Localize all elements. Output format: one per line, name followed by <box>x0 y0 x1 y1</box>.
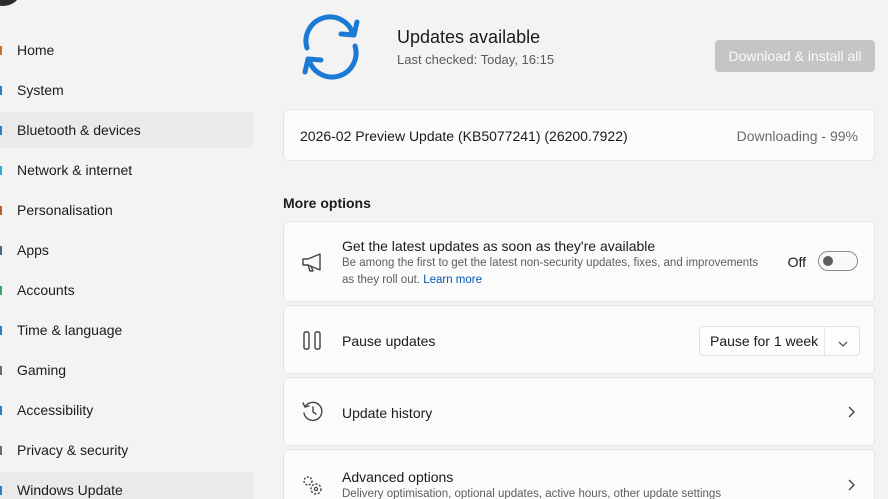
update-name: 2026-02 Preview Update (KB5077241) (2620… <box>300 128 628 144</box>
advanced-options-card[interactable]: Advanced options Delivery optimisation, … <box>283 449 875 499</box>
sidebar-item-label: Time & language <box>17 322 123 338</box>
chevron-right-icon <box>846 405 856 419</box>
page-title: Updates available <box>397 27 541 47</box>
apps-icon <box>0 243 4 257</box>
bluetooth-icon <box>0 123 4 137</box>
personalisation-icon <box>0 203 4 217</box>
system-icon <box>0 83 4 97</box>
sidebar-item-label: Network & internet <box>17 162 133 178</box>
sidebar-item-label: Home <box>17 42 55 58</box>
network-icon <box>0 163 4 177</box>
accessibility-icon <box>0 403 4 417</box>
sidebar-item-label: Accounts <box>17 282 75 298</box>
gaming-icon <box>0 363 4 377</box>
advanced-options-title: Advanced options <box>342 469 454 485</box>
sidebar-item-label: Bluetooth & devices <box>17 122 141 138</box>
download-install-all-button[interactable]: Download & install all <box>715 40 875 72</box>
pause-icon <box>300 328 326 354</box>
sidebar-item-label: System <box>17 82 64 98</box>
sidebar-item-home[interactable]: Home <box>0 32 253 68</box>
windows-update-icon <box>0 483 4 497</box>
sidebar-item-network[interactable]: Network & internet <box>0 152 253 188</box>
avatar[interactable] <box>0 0 20 6</box>
sidebar-item-gaming[interactable]: Gaming <box>0 352 253 388</box>
learn-more-link[interactable]: Learn more <box>423 274 482 286</box>
update-status: Downloading - 99% <box>736 128 858 144</box>
sidebar-item-personalisation[interactable]: Personalisation <box>0 192 253 228</box>
latest-updates-toggle[interactable] <box>818 251 858 271</box>
sidebar-item-label: Personalisation <box>17 202 113 218</box>
last-checked-text: Last checked: Today, 16:15 <box>397 52 555 67</box>
sidebar-item-system[interactable]: System <box>0 72 253 108</box>
sidebar-item-privacy-security[interactable]: Privacy & security <box>0 432 253 468</box>
pause-duration-dropdown[interactable]: Pause for 1 week <box>699 326 860 356</box>
sidebar-item-accounts[interactable]: Accounts <box>0 272 253 308</box>
sync-icon <box>293 10 369 84</box>
sidebar-item-label: Apps <box>17 242 49 258</box>
gears-icon <box>300 473 326 499</box>
pending-update-card: 2026-02 Preview Update (KB5077241) (2620… <box>283 109 875 161</box>
time-language-icon <box>0 323 4 337</box>
toggle-state-label: Off <box>787 254 806 270</box>
chevron-right-icon <box>846 478 856 492</box>
sidebar-item-time-language[interactable]: Time & language <box>0 312 253 348</box>
sidebar-item-apps[interactable]: Apps <box>0 232 253 268</box>
pause-updates-title: Pause updates <box>342 333 436 349</box>
update-history-card[interactable]: Update history <box>283 377 875 446</box>
sidebar-item-label: Gaming <box>17 362 67 378</box>
latest-updates-card[interactable]: Get the latest updates as soon as they'r… <box>283 221 875 302</box>
megaphone-icon <box>300 250 326 276</box>
sidebar-item-bluetooth[interactable]: Bluetooth & devices <box>0 112 253 148</box>
sidebar-item-accessibility[interactable]: Accessibility <box>0 392 253 428</box>
update-history-title: Update history <box>342 405 433 421</box>
dropdown-separator <box>824 327 825 355</box>
pause-updates-card: Pause updates Pause for 1 week <box>283 305 875 374</box>
home-icon <box>0 43 4 57</box>
section-title: More options <box>283 195 371 211</box>
sidebar: Home System Bluetooth & devices Network … <box>0 0 260 499</box>
advanced-options-desc: Delivery optimisation, optional updates,… <box>342 488 722 499</box>
sidebar-item-label: Accessibility <box>17 402 94 418</box>
accounts-icon <box>0 283 4 297</box>
dropdown-selected-value: Pause for 1 week <box>710 333 819 349</box>
toggle-knob <box>823 256 833 266</box>
latest-updates-title: Get the latest updates as soon as they'r… <box>342 238 656 254</box>
latest-updates-desc: Be among the first to get the latest non… <box>342 257 759 286</box>
sidebar-item-label: Windows Update <box>17 482 123 498</box>
history-icon <box>300 399 326 425</box>
chevron-down-icon[interactable] <box>837 336 849 347</box>
sidebar-item-windows-update[interactable]: Windows Update <box>0 472 253 499</box>
sidebar-item-label: Privacy & security <box>17 442 129 458</box>
privacy-icon <box>0 443 4 457</box>
